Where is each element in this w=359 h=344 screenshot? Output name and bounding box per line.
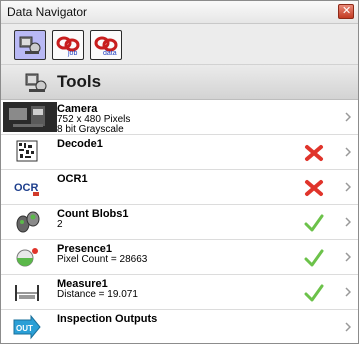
tools-icon	[19, 36, 41, 54]
data-icon: data	[94, 36, 118, 57]
data-navigator-window: Data Navigator ✕ job data Tools Camera 7…	[0, 0, 359, 344]
job-caption: job	[67, 50, 77, 57]
toolbar: job data	[1, 24, 358, 65]
outputs-icon: OUT	[13, 314, 41, 340]
data-view-button[interactable]: data	[90, 30, 122, 60]
window-title: Data Navigator	[7, 5, 88, 19]
job-icon: job	[56, 36, 80, 57]
tool-row-presence1[interactable]: Presence1 Pixel Count = 28663	[1, 240, 358, 275]
tool-name: OCR1	[57, 173, 88, 185]
tool-row-count-blobs1[interactable]: Count Blobs1 2	[1, 205, 358, 240]
tool-row-ocr1[interactable]: OCR OCR1	[1, 170, 358, 205]
tool-row-inspection-outputs[interactable]: OUT Inspection Outputs	[1, 310, 358, 343]
tool-name: Decode1	[57, 138, 103, 150]
tool-detail: Pixel Count = 28663	[57, 254, 148, 265]
chevron-right-icon[interactable]	[345, 252, 351, 262]
fail-icon	[305, 145, 323, 161]
chevron-right-icon[interactable]	[345, 112, 351, 122]
pass-icon	[304, 249, 324, 267]
pass-icon	[304, 214, 324, 232]
title-bar: Data Navigator ✕	[1, 1, 358, 24]
tools-view-button[interactable]	[14, 30, 46, 60]
tool-detail: Distance = 19.071	[57, 289, 138, 300]
tool-row-measure1[interactable]: Measure1 Distance = 19.071	[1, 275, 358, 310]
tool-row-camera[interactable]: Camera 752 x 480 Pixels 8 bit Grayscale	[1, 100, 358, 135]
tool-detail-2: 8 bit Grayscale	[57, 124, 124, 135]
chevron-right-icon[interactable]	[345, 322, 351, 332]
fail-icon	[305, 180, 323, 196]
presence-icon	[16, 248, 38, 267]
ocr-icon: OCR	[14, 182, 39, 196]
job-view-button[interactable]: job	[52, 30, 84, 60]
close-icon: ✕	[342, 5, 352, 17]
tools-section-header[interactable]: Tools	[1, 65, 358, 100]
close-button[interactable]: ✕	[338, 4, 354, 19]
pass-icon	[304, 284, 324, 302]
chevron-right-icon[interactable]	[345, 147, 351, 157]
decode-icon	[16, 140, 38, 162]
data-caption: data	[103, 50, 117, 57]
outputs-icon-text: OUT	[16, 324, 33, 333]
section-title: Tools	[57, 72, 102, 91]
camera-icon	[3, 102, 57, 132]
chevron-right-icon[interactable]	[345, 287, 351, 297]
tools-section-icon	[25, 73, 47, 92]
measure-icon	[15, 285, 39, 301]
chevron-right-icon[interactable]	[345, 182, 351, 192]
tool-detail: 2	[57, 219, 63, 230]
tool-row-decode1[interactable]: Decode1	[1, 135, 358, 170]
chevron-right-icon[interactable]	[345, 217, 351, 227]
blobs-icon	[16, 211, 40, 233]
tool-name: Count Blobs1	[57, 208, 129, 220]
tool-name: Inspection Outputs	[57, 313, 158, 325]
tool-list: Camera 752 x 480 Pixels 8 bit Grayscale …	[1, 100, 358, 343]
